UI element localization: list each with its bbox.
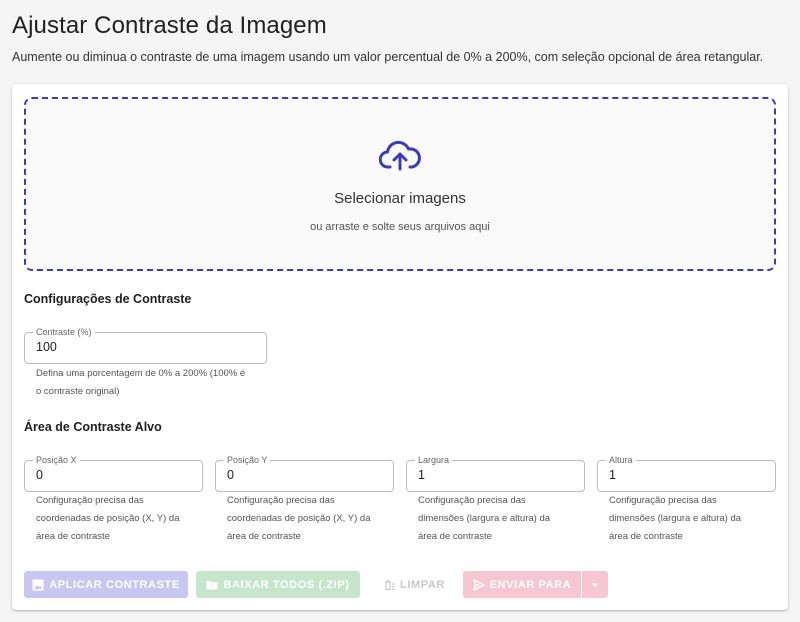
folder-zip-icon [206,580,218,589]
page-subtitle: Aumente ou diminua o contraste de uma im… [12,50,764,64]
helper-line: área de contraste [609,531,683,542]
main-card: Selecionar imagens ou arraste e solte se… [12,84,788,610]
contrast-percent-field[interactable]: Contraste (%) [24,326,267,364]
chevron-down-icon [592,583,598,587]
width-field[interactable]: Largura [406,454,585,492]
position-y-helper: Configuração precisa das coordenadas de … [227,492,370,546]
helper-line: área de contraste [36,531,110,542]
helper-line: área de contraste [227,531,301,542]
position-y-field[interactable]: Posição Y [215,454,394,492]
contrast-helper-line: Defina uma porcentagem de 0% a 200% (100… [36,368,246,379]
height-label: Altura [606,454,636,466]
helper-line: área de contraste [418,531,492,542]
helper-line: coordenadas de posição (X, Y) da [36,513,180,524]
height-helper: Configuração precisa das dimensões (larg… [609,492,741,546]
send-to-dropdown-button[interactable] [582,571,608,598]
send-to-button[interactable]: ENVIAR PARA [463,571,581,598]
clear-all-icon [385,579,395,590]
dropzone-subtitle: ou arraste e solte seus arquivos aqui [310,221,490,233]
download-all-button[interactable]: BAIXAR TODOS (.ZIP) [196,571,360,598]
position-y-label: Posição Y [224,454,271,466]
contrast-helper: Defina uma porcentagem de 0% a 200% (100… [36,365,245,401]
apply-contrast-button[interactable]: APLICAR CONTRASTE [24,571,188,598]
clear-button[interactable]: LIMPAR [369,571,459,598]
target-area-title: Área de Contraste Alvo [24,420,162,434]
apply-contrast-label: APLICAR CONTRASTE [49,578,180,591]
position-y-input[interactable] [227,468,384,482]
cloud-upload-icon [379,140,421,171]
height-field[interactable]: Altura [597,454,776,492]
width-label: Largura [415,454,453,466]
contrast-settings-title: Configurações de Contraste [24,292,192,306]
image-icon [32,579,44,590]
helper-line: Configuração precisa das [418,495,526,506]
send-icon [473,578,485,591]
helper-line: dimensões (largura e altura) da [609,513,742,524]
height-input[interactable] [609,468,766,482]
position-x-field[interactable]: Posição X [24,454,203,492]
position-x-helper: Configuração precisa das coordenadas de … [36,492,179,546]
page-title: Ajustar Contraste da Imagem [12,12,327,39]
clear-label: LIMPAR [400,578,445,591]
contrast-helper-line: o contraste original) [36,386,120,397]
position-x-input[interactable] [36,468,193,482]
send-to-label: ENVIAR PARA [489,578,572,591]
helper-line: Configuração precisa das [227,495,335,506]
contrast-percent-label: Contraste (%) [33,326,95,338]
contrast-percent-input[interactable] [36,340,257,354]
helper-line: dimensões (largura e altura) da [418,513,551,524]
helper-line: Configuração precisa das [609,495,717,506]
dropzone-title: Selecionar imagens [334,190,466,207]
width-input[interactable] [418,468,575,482]
helper-line: coordenadas de posição (X, Y) da [227,513,371,524]
width-helper: Configuração precisa das dimensões (larg… [418,492,550,546]
download-all-label: BAIXAR TODOS (.ZIP) [223,578,350,591]
image-dropzone[interactable]: Selecionar imagens ou arraste e solte se… [24,97,776,271]
helper-line: Configuração precisa das [36,495,144,506]
position-x-label: Posição X [33,454,80,466]
